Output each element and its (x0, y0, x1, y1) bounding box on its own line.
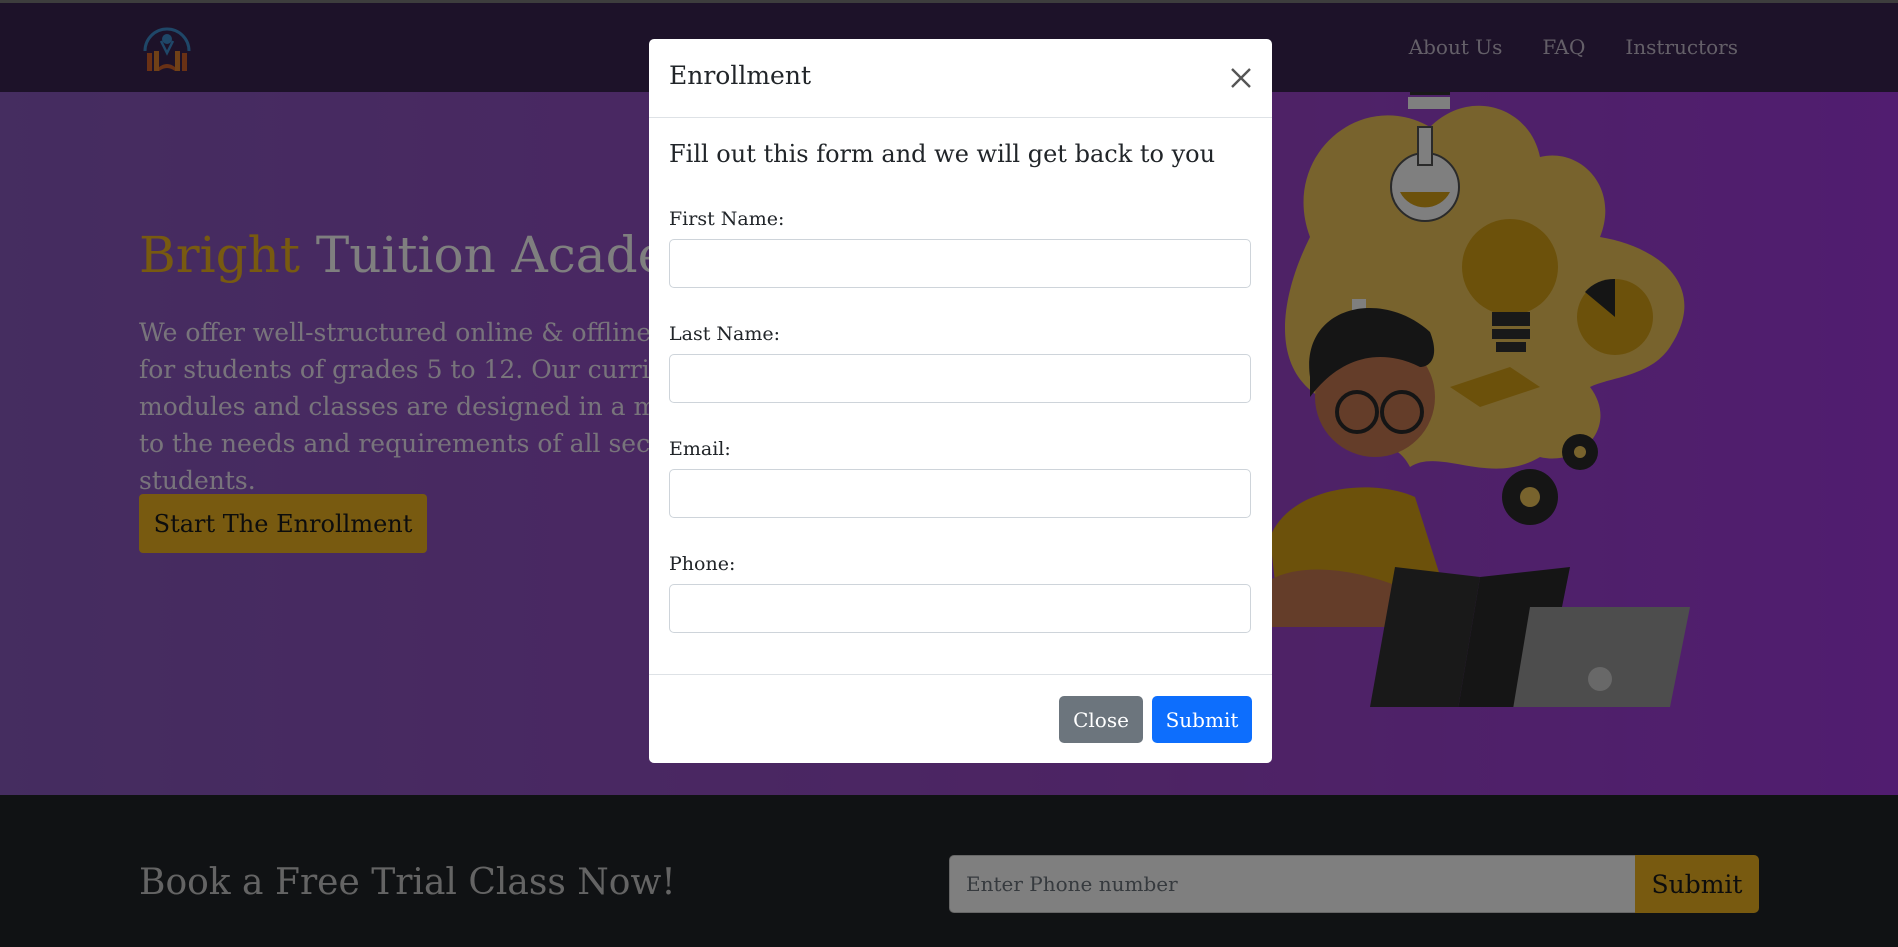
close-icon[interactable] (1227, 64, 1255, 92)
first-name-label: First Name: (669, 208, 785, 230)
submit-button[interactable]: Submit (1152, 696, 1252, 743)
modal-title: Enrollment (669, 61, 811, 90)
modal-header: Enrollment (649, 39, 1272, 118)
enrollment-modal: Enrollment Fill out this form and we wil… (649, 39, 1272, 763)
phone-label: Phone: (669, 553, 736, 575)
phone-input[interactable] (669, 584, 1251, 633)
email-label: Email: (669, 438, 731, 460)
modal-body: Fill out this form and we will get back … (649, 118, 1272, 674)
close-button[interactable]: Close (1059, 696, 1143, 743)
email-input[interactable] (669, 469, 1251, 518)
first-name-input[interactable] (669, 239, 1251, 288)
modal-footer: Close Submit (649, 674, 1272, 763)
last-name-label: Last Name: (669, 323, 780, 345)
form-intro-text: Fill out this form and we will get back … (669, 140, 1216, 168)
last-name-input[interactable] (669, 354, 1251, 403)
